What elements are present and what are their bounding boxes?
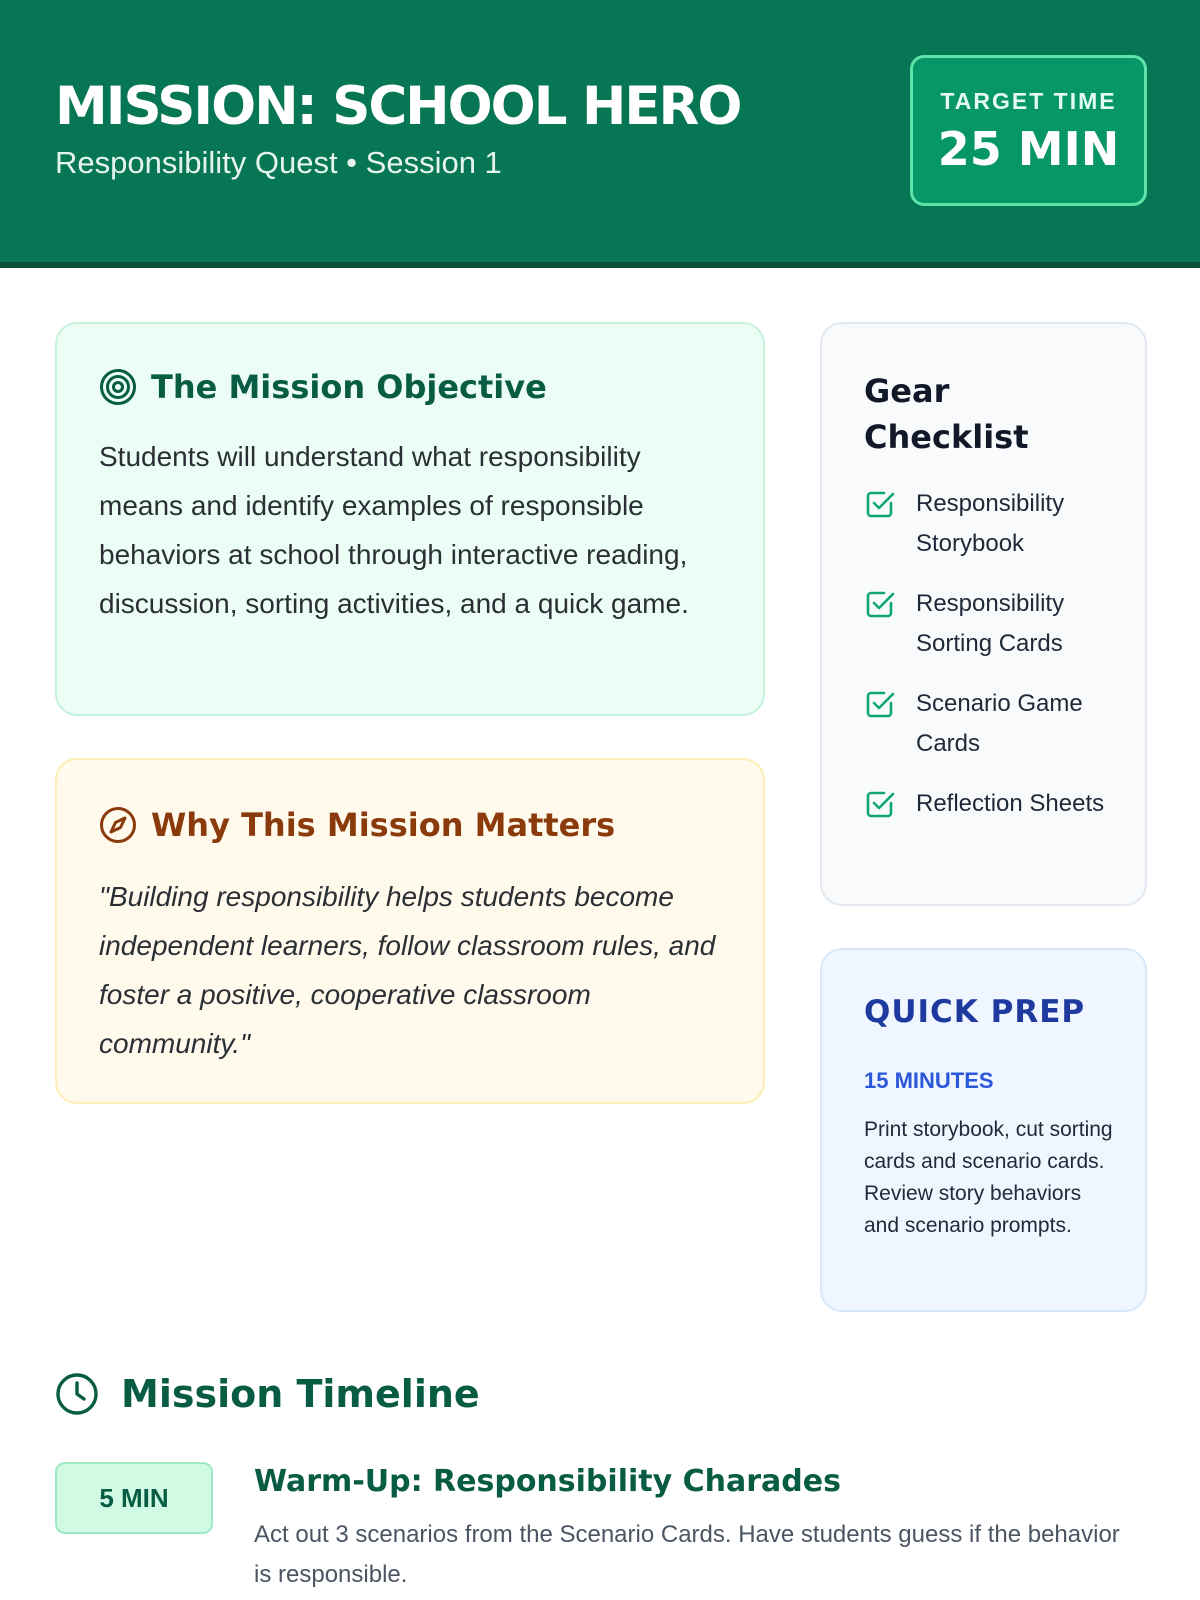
timeline-item-description: Act out 3 scenarios from the Scenario Ca… [254,1521,1120,1588]
quick-prep-text: Print storybook, cut sorting cards and s… [864,1118,1113,1237]
gear-checklist-card: Gear Checklist Responsibility Storybook … [820,322,1147,906]
why-mission-matters-title: Why This Mission Matters [151,806,616,844]
mission-objective-card: The Mission Objective Students will unde… [55,322,765,716]
mission-objective-title: The Mission Objective [151,368,547,406]
checklist-item: Responsibility Storybook [864,484,1124,564]
target-time-badge: TARGET TIME 25 MIN [910,55,1147,206]
target-time-label: TARGET TIME [940,88,1117,114]
checklist-item-label: Responsibility Storybook [916,490,1065,557]
mission-objective-text: Students will understand what responsibi… [99,441,689,619]
why-mission-matters-quote: "Building responsibility helps students … [99,881,716,1059]
mission-timeline-title: Mission Timeline [121,1372,480,1416]
timeline-item-title: Warm-Up: Responsibility Charades [254,1464,841,1499]
why-mission-matters-heading: Why This Mission Matters [99,806,615,844]
quick-prep-title: QUICK PREP [864,994,1086,1030]
why-mission-matters-card: Why This Mission Matters "Building respo… [55,758,765,1104]
timeline-duration-badge: 5 MIN [55,1462,213,1534]
mission-timeline-heading: Mission Timeline [55,1372,480,1416]
checkbox-checked-icon [866,691,895,718]
checklist-item: Responsibility Sorting Cards [864,584,1124,664]
mission-header: MISSION: SCHOOL HERO Responsibility Ques… [0,0,1200,268]
clock-icon [56,1373,98,1415]
page-subtitle: Responsibility Quest • Session 1 [55,145,502,180]
quick-prep-duration: 15 MINUTES [864,1068,994,1093]
quick-prep-card: QUICK PREP 15 MINUTES Print storybook, c… [820,948,1147,1312]
target-time-value: 25 MIN [937,122,1120,176]
checklist-item: Reflection Sheets [864,784,1124,824]
checkbox-checked-icon [866,591,895,618]
mission-objective-heading: The Mission Objective [99,368,547,406]
checkbox-checked-icon [866,791,895,818]
checklist-item-label: Scenario Game Cards [916,690,1083,757]
compass-icon [100,807,136,843]
checklist-item-label: Responsibility Sorting Cards [916,590,1065,657]
checkbox-checked-icon [866,491,895,518]
target-icon [100,369,136,405]
gear-checklist-list: Responsibility Storybook Responsibility … [864,484,1124,844]
gear-checklist-title: Gear Checklist [864,372,1029,456]
checklist-item: Scenario Game Cards [864,684,1124,764]
page-title: MISSION: SCHOOL HERO [55,76,742,137]
checklist-item-label: Reflection Sheets [916,790,1105,817]
